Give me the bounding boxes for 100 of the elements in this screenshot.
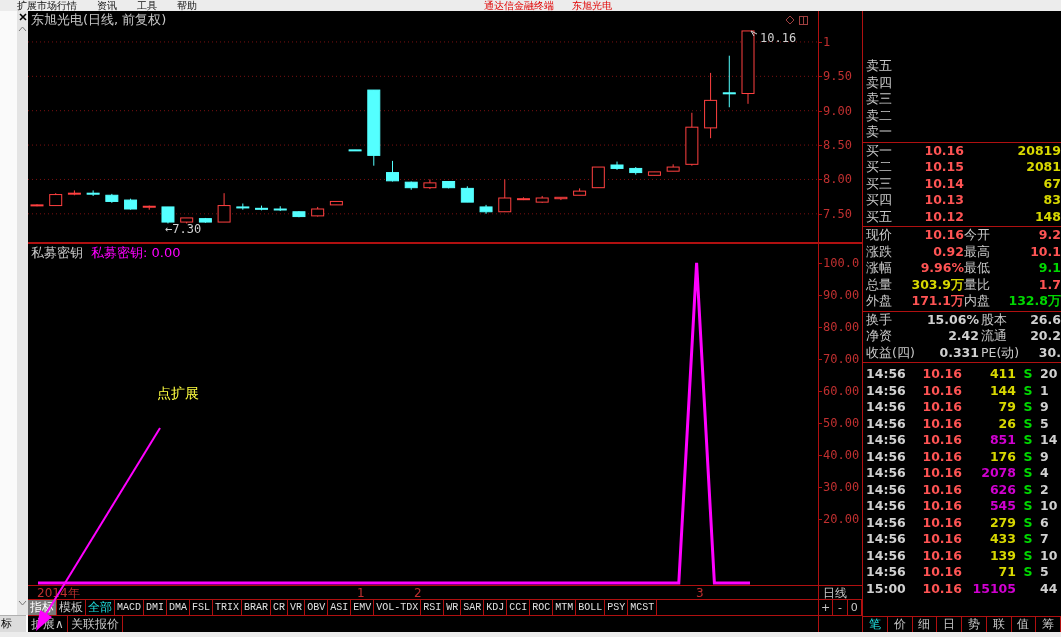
menu-item[interactable]: 扩展市场行情: [17, 0, 77, 11]
time-label: 1: [357, 586, 365, 601]
price-axis-label: 7.50: [823, 206, 852, 221]
scroll-down-icon[interactable]: [18, 598, 27, 607]
bid-label: 买五: [866, 208, 893, 225]
candle: [217, 192, 231, 223]
tick-side: S: [1022, 415, 1034, 432]
stat-value: 15.06%: [925, 311, 979, 328]
scrollbar[interactable]: [17, 11, 28, 615]
tick-volume: 2078: [980, 465, 1016, 482]
tick-count: 44: [1040, 580, 1059, 597]
candle: [49, 192, 63, 207]
indicator-tab[interactable]: MACD: [115, 600, 144, 615]
ask-label: 卖五: [866, 58, 893, 75]
tick-volume: 15105: [971, 580, 1016, 597]
tick-time: 14:56: [866, 366, 907, 383]
indicator-tab[interactable]: MCST: [628, 600, 658, 615]
ask-label: 卖三: [866, 91, 893, 108]
indicator-tab[interactable]: RSI: [421, 600, 445, 615]
stat-value: 2.42: [947, 328, 979, 345]
stat-label: 最低: [964, 260, 991, 277]
tick-side: S: [1022, 564, 1034, 581]
indicator-tab[interactable]: WR: [444, 600, 462, 615]
tick-price: 10.16: [921, 498, 962, 515]
tick-side: S: [1022, 498, 1034, 515]
tick-side: S: [1022, 481, 1034, 498]
tick-volume: 71: [997, 564, 1016, 581]
tick-count: 7: [1040, 531, 1050, 548]
stat-label: 流通: [980, 328, 1008, 345]
menu-item[interactable]: 帮助: [177, 0, 197, 11]
indicator-tab[interactable]: ROC: [530, 600, 554, 615]
chart-title: 东旭光电(日线, 前复权): [31, 11, 167, 29]
indicator-tab[interactable]: CR: [271, 600, 289, 615]
menu-item[interactable]: 工具: [137, 0, 157, 11]
indicator-tab[interactable]: DMA: [167, 600, 191, 615]
tick-side: S: [1022, 448, 1034, 465]
group-tab[interactable]: 模板: [57, 600, 86, 615]
indicator-tab[interactable]: KDJ: [484, 600, 508, 615]
candle: [685, 112, 699, 167]
indicator-tab[interactable]: VR: [288, 600, 306, 615]
candle: [629, 166, 643, 176]
tick-price: 10.16: [921, 481, 962, 498]
stat-label: 外盘: [866, 293, 893, 310]
stat-label: 总量: [866, 276, 893, 293]
indicator-axis-label: 60.00: [823, 383, 860, 398]
tick-side: S: [1022, 399, 1034, 416]
indicator-tab[interactable]: BOLL: [576, 600, 606, 615]
tick-time: 14:56: [866, 448, 907, 465]
candle: [386, 160, 399, 182]
indicator-tab[interactable]: PSY: [605, 600, 629, 615]
indicator-tab[interactable]: CCI: [507, 600, 531, 615]
candle: [442, 181, 456, 189]
tick-side: S: [1022, 531, 1034, 548]
stat-label: 现价: [866, 227, 893, 244]
candle: [610, 161, 624, 171]
indicator-tab[interactable]: FSL: [190, 600, 214, 615]
scroll-up-icon[interactable]: [18, 25, 27, 34]
tick-count: 10: [1040, 547, 1059, 564]
tick-volume: 176: [988, 448, 1016, 465]
indicator-tab[interactable]: OBV: [305, 600, 329, 615]
stock-title: 东旭光电: [572, 0, 612, 11]
tick-count: 2: [1040, 481, 1050, 498]
bid-volume: 148: [1033, 208, 1061, 225]
indicator-tab[interactable]: ASI: [328, 600, 352, 615]
bid-label: 买三: [866, 175, 893, 192]
indicator-axis-label: 30.00: [823, 480, 860, 494]
candle: [161, 206, 175, 224]
indicator-axis-label: 80.00: [823, 319, 860, 334]
tick-volume: 279: [988, 514, 1016, 531]
tick-price: 10.16: [921, 415, 962, 432]
zoom-button[interactable]: +: [819, 600, 834, 615]
tick-volume: 545: [988, 498, 1016, 515]
indicator-tab[interactable]: VOL-TDX: [374, 600, 422, 615]
indicator-tab[interactable]: BRAR: [242, 600, 272, 615]
bid-volume: 83: [1042, 192, 1061, 209]
indicator-tab[interactable]: SAR: [461, 600, 485, 615]
panel-icon[interactable]: [799, 14, 808, 25]
tick-time: 14:56: [866, 564, 907, 581]
stat-value: 9.1: [1037, 260, 1061, 277]
menu-item[interactable]: 资讯: [97, 0, 117, 11]
indicator-tab[interactable]: TRIX: [213, 600, 243, 615]
stat-value: 30.: [1037, 344, 1061, 361]
tick-side: S: [1022, 514, 1034, 531]
indicator-tab[interactable]: DMI: [144, 600, 168, 615]
candle: [30, 203, 44, 207]
indicator-tab[interactable]: EMV: [351, 600, 375, 615]
price-axis-label: 1: [823, 34, 831, 49]
tick-price: 10.16: [921, 432, 962, 449]
price-axis-label: 9.00: [823, 103, 852, 118]
side-tab[interactable]: 标: [0, 615, 26, 632]
candle: [479, 204, 493, 215]
indicator-tab[interactable]: 全部: [86, 600, 115, 615]
close-icon[interactable]: [18, 13, 27, 21]
tick-volume: 433: [988, 531, 1016, 548]
tick-price: 10.16: [921, 399, 962, 416]
diamond-icon[interactable]: [785, 14, 795, 25]
indicator-tab[interactable]: MTM: [553, 600, 577, 615]
tick-price: 10.16: [921, 465, 962, 482]
candle: [292, 210, 306, 218]
tick-time: 15:00: [866, 580, 907, 597]
